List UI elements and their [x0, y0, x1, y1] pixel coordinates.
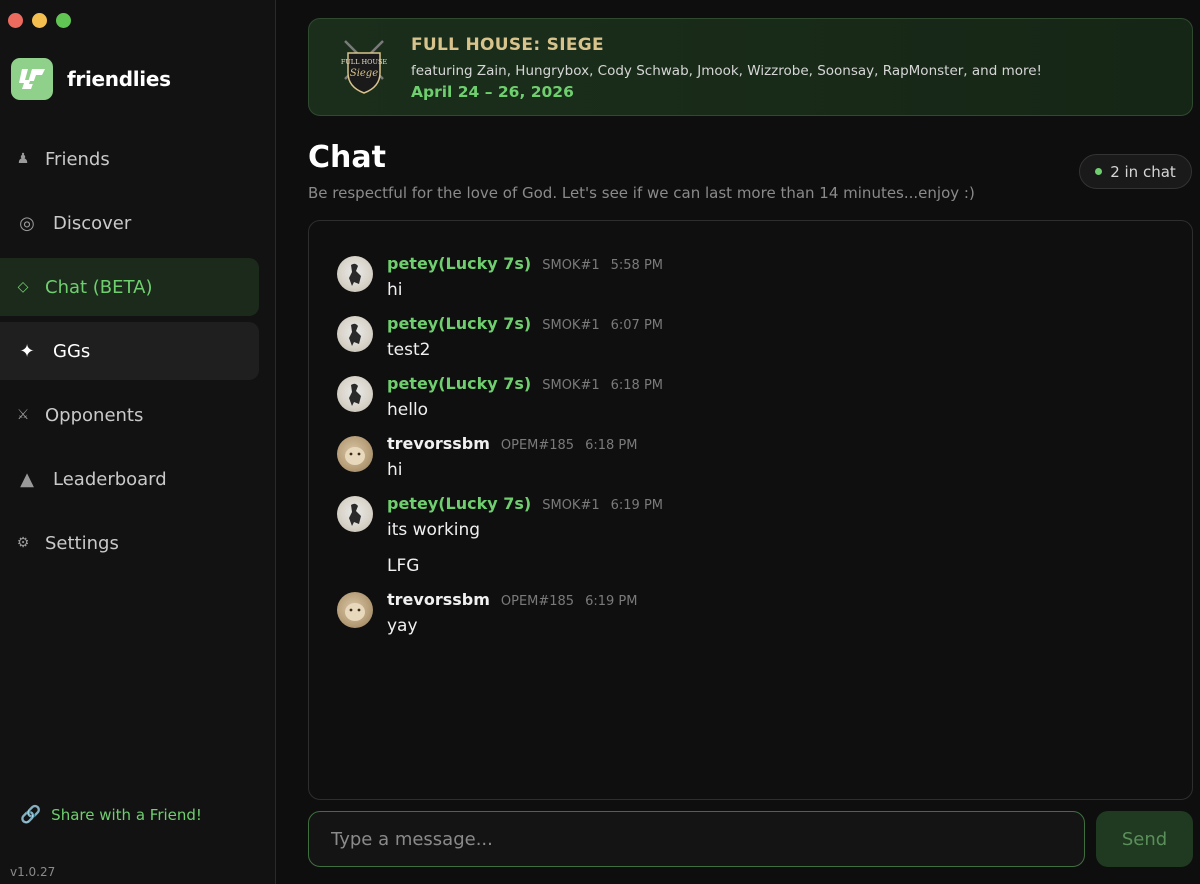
message-text: yay — [387, 616, 418, 636]
app-window: friendlies ♟ Friends ◎ Discover ◇ Chat (… — [0, 0, 1200, 884]
sidebar-item-opponents[interactable]: ⚔ Opponents — [0, 386, 259, 444]
badge-text-bottom: Siege — [350, 68, 378, 79]
sidebar-item-leaderboard[interactable]: ▲ Leaderboard — [0, 450, 259, 508]
app-logo-icon — [11, 58, 53, 100]
sidebar-nav: ♟ Friends ◎ Discover ◇ Chat (BETA) ✦ GGs… — [0, 130, 259, 578]
message-tag: OPEM#185 — [500, 438, 575, 453]
sidebar-item-label: Chat (BETA) — [45, 276, 153, 298]
sidebar-item-label: Opponents — [45, 404, 144, 426]
avatar[interactable] — [337, 436, 373, 472]
banner-dates: April 24 – 26, 2026 — [411, 83, 574, 101]
banner-title: FULL HOUSE: SIEGE — [411, 35, 604, 55]
event-badge-icon: FULL HOUSE Siege — [341, 40, 388, 94]
triangle-icon: ▲ — [20, 468, 34, 490]
message-text: test2 — [387, 340, 431, 360]
diamond-icon: ◇ — [17, 279, 29, 295]
event-banner[interactable]: FULL HOUSE Siege FULL HOUSE: SIEGE featu… — [308, 18, 1193, 116]
sidebar-item-chat[interactable]: ◇ Chat (BETA) — [0, 258, 259, 316]
message-time: 6:18 PM — [585, 438, 638, 453]
avatar[interactable] — [337, 256, 373, 292]
sidebar-item-label: Friends — [45, 148, 110, 170]
badge-text-top: FULL HOUSE — [341, 58, 388, 66]
sidebar: friendlies ♟ Friends ◎ Discover ◇ Chat (… — [0, 0, 276, 884]
message-time: 6:07 PM — [610, 318, 664, 333]
avatar[interactable] — [337, 316, 373, 352]
message-tag: SMOK#1 — [542, 378, 600, 393]
message-tag: SMOK#1 — [542, 318, 600, 333]
share-label: Share with a Friend! — [51, 806, 202, 824]
share-with-friend-link[interactable]: 🔗 Share with a Friend! — [20, 805, 202, 825]
online-count-badge: 2 in chat — [1079, 154, 1192, 189]
page-title: Chat — [308, 140, 386, 175]
online-dot-icon — [1095, 168, 1103, 175]
sidebar-item-label: Settings — [45, 532, 119, 554]
chat-description: Be respectful for the love of God. Let's… — [308, 184, 975, 202]
message-text: hi — [387, 460, 403, 480]
message-text: its working — [387, 520, 481, 540]
message-input[interactable] — [308, 811, 1085, 867]
sidebar-item-friends[interactable]: ♟ Friends — [0, 130, 259, 188]
link-icon: 🔗 — [20, 805, 42, 825]
message-author[interactable]: trevorssbm — [387, 434, 490, 453]
app-name: friendlies — [67, 67, 171, 91]
zoom-window-button[interactable] — [56, 13, 71, 28]
sidebar-item-label: GGs — [53, 340, 91, 362]
target-icon: ◎ — [19, 212, 35, 234]
sidebar-item-discover[interactable]: ◎ Discover — [0, 194, 259, 252]
online-count-label: 2 in chat — [1110, 162, 1176, 181]
message-author[interactable]: trevorssbm — [387, 590, 490, 609]
avatar[interactable] — [337, 376, 373, 412]
message-author[interactable]: petey(Lucky 7s) — [387, 494, 531, 513]
chat-message-list[interactable]: petey(Lucky 7s) SMOK#1 5:58 PM hi petey(… — [308, 220, 1193, 800]
message-tag: OPEM#185 — [500, 594, 575, 609]
sidebar-item-label: Discover — [53, 212, 132, 234]
avatar[interactable] — [337, 592, 373, 628]
message-time: 5:58 PM — [610, 258, 664, 273]
message-time: 6:19 PM — [585, 594, 638, 609]
message-tag: SMOK#1 — [542, 498, 600, 513]
app-version: v1.0.27 — [10, 865, 56, 879]
message-text: LFG — [387, 556, 420, 576]
message-text: hello — [387, 400, 429, 420]
avatar[interactable] — [337, 496, 373, 532]
message-time: 6:18 PM — [610, 378, 664, 393]
brand: friendlies — [11, 58, 171, 100]
swords-icon: ⚔ — [16, 407, 30, 423]
message-text: hi — [387, 280, 403, 300]
minimize-window-button[interactable] — [32, 13, 47, 28]
close-window-button[interactable] — [8, 13, 23, 28]
message-time: 6:19 PM — [610, 498, 664, 513]
sidebar-item-label: Leaderboard — [53, 468, 167, 490]
sidebar-item-settings[interactable]: ⚙ Settings — [0, 514, 259, 572]
message-author[interactable]: petey(Lucky 7s) — [387, 374, 531, 393]
window-controls — [8, 13, 71, 28]
sidebar-item-ggs[interactable]: ✦ GGs — [0, 322, 259, 380]
banner-subtitle: featuring Zain, Hungrybox, Cody Schwab, … — [411, 63, 1042, 79]
pawn-icon: ♟ — [16, 151, 30, 167]
message-author[interactable]: petey(Lucky 7s) — [387, 254, 531, 273]
message-author[interactable]: petey(Lucky 7s) — [387, 314, 531, 333]
message-tag: SMOK#1 — [542, 258, 600, 273]
gear-icon: ⚙ — [16, 535, 30, 551]
send-button[interactable]: Send — [1096, 811, 1193, 867]
sparkle-icon: ✦ — [19, 340, 35, 362]
